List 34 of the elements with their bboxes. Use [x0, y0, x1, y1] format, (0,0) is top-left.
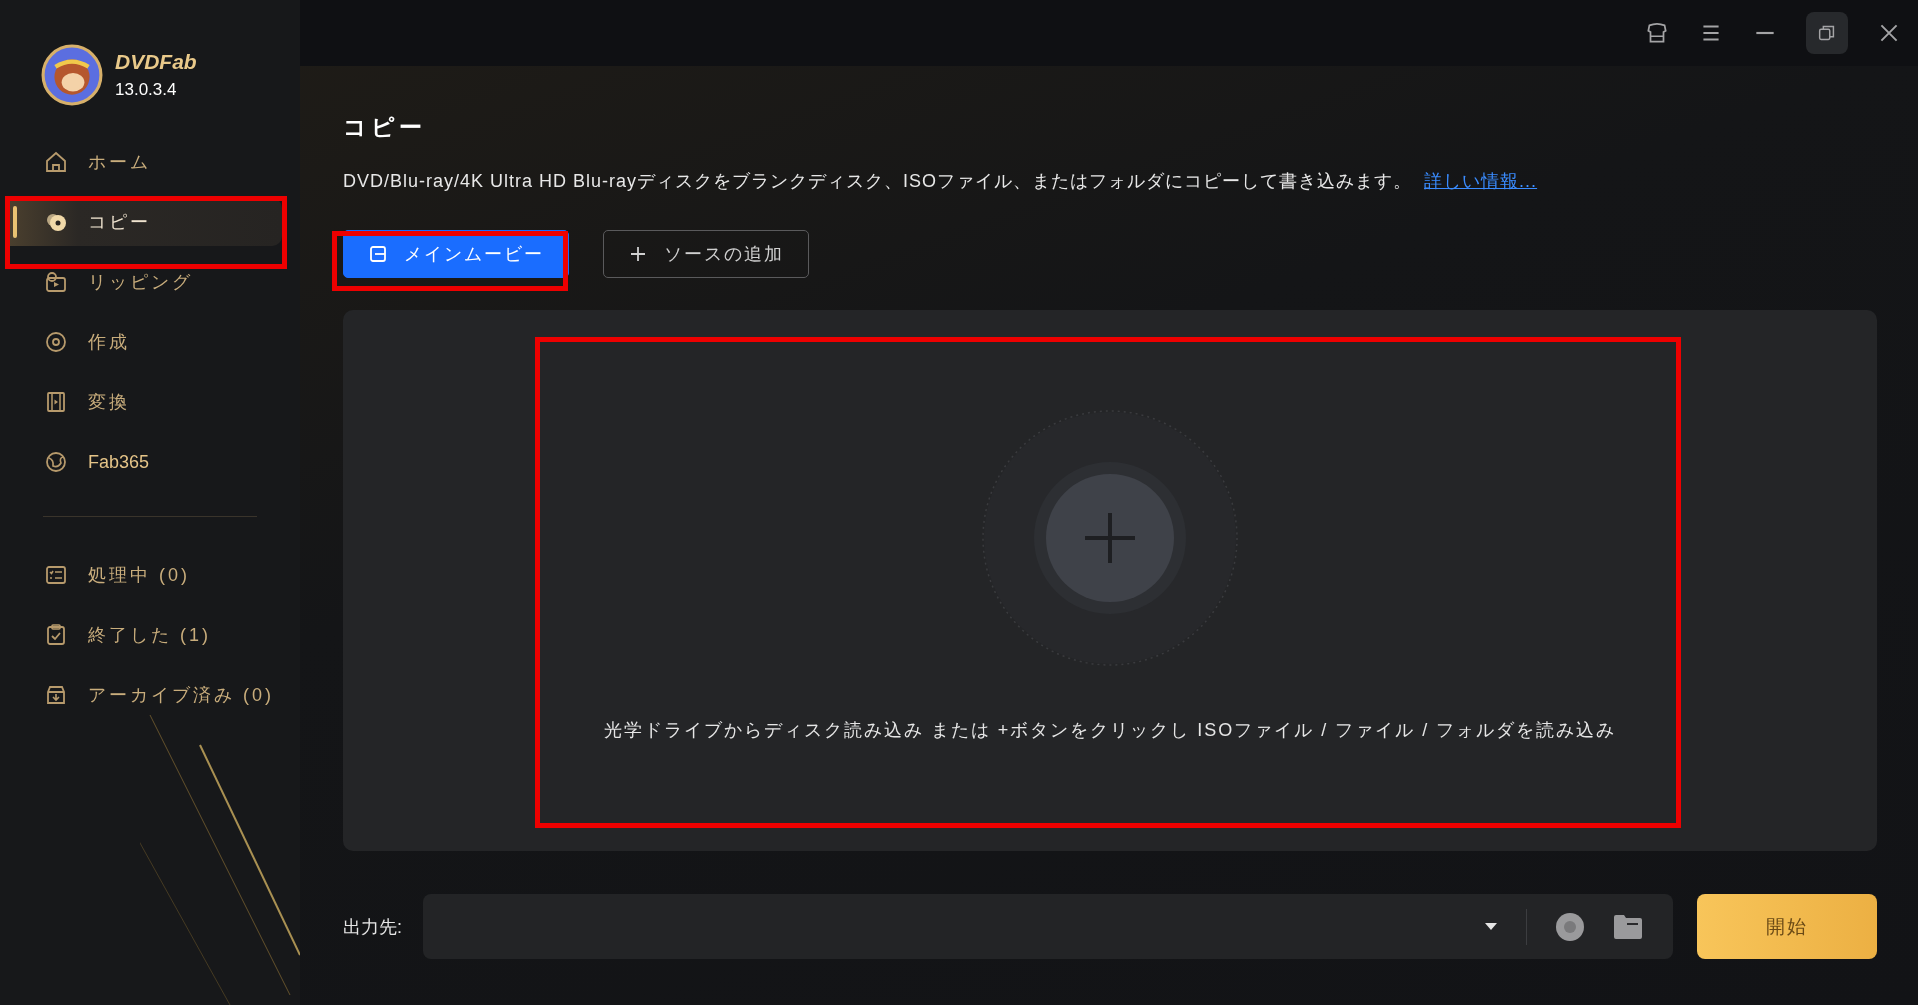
sidebar-item[interactable]: 終了した (1)	[0, 611, 282, 659]
house-icon	[44, 150, 68, 174]
sidebar-item[interactable]: 処理中 (0)	[0, 551, 282, 599]
sidebar-item[interactable]: 変換	[0, 378, 282, 426]
disc-icon	[44, 330, 68, 354]
sidebar-item[interactable]: Fab365	[0, 438, 282, 486]
output-label: 出力先:	[343, 915, 403, 939]
archive-box-icon	[44, 683, 68, 707]
restore-button[interactable]	[1806, 12, 1848, 54]
list-icon	[44, 563, 68, 587]
sidebar-item[interactable]: コピー	[10, 198, 282, 246]
sidebar-item[interactable]: ホーム	[0, 138, 282, 186]
clipboard-check-icon	[44, 623, 68, 647]
caret-icon[interactable]	[1484, 921, 1498, 932]
sidebar-item[interactable]: 作成	[0, 318, 282, 366]
iso-disc-icon[interactable]	[1555, 911, 1585, 942]
plus-icon	[628, 244, 648, 264]
app-version: 13.0.3.4	[115, 80, 178, 100]
page-title: コピー	[343, 113, 427, 142]
drop-zone-hint: 光学ドライブからディスク読み込み または +ボタンをクリックし ISOファイル / ファイル / フォルダを読み込み	[603, 719, 1617, 742]
exit-box-icon	[368, 244, 388, 264]
sidebar-item[interactable]: アーカイブ済み (0)	[0, 671, 282, 719]
sidebar-item[interactable]: リッピング	[0, 258, 282, 306]
mascot-logo-icon	[41, 44, 103, 106]
more-info-link[interactable]: 詳しい情報...	[1424, 171, 1538, 191]
folder-icon[interactable]	[1613, 913, 1643, 940]
globe-icon	[44, 450, 68, 474]
film-icon	[44, 390, 68, 414]
output-path-field[interactable]	[423, 894, 1673, 959]
page-description: DVD/Blu-ray/4K Ultra HD Blu-rayディスクをブランクディスク、ISOファイル、またはフォルダにコピーして書き込みます。 詳しい情報...	[343, 170, 1539, 193]
add-source-button[interactable]: ソースの追加	[603, 230, 809, 278]
start-button[interactable]: 開始	[1697, 894, 1877, 959]
app-name: DVDFab	[115, 50, 197, 74]
disc-box-icon	[44, 270, 68, 294]
